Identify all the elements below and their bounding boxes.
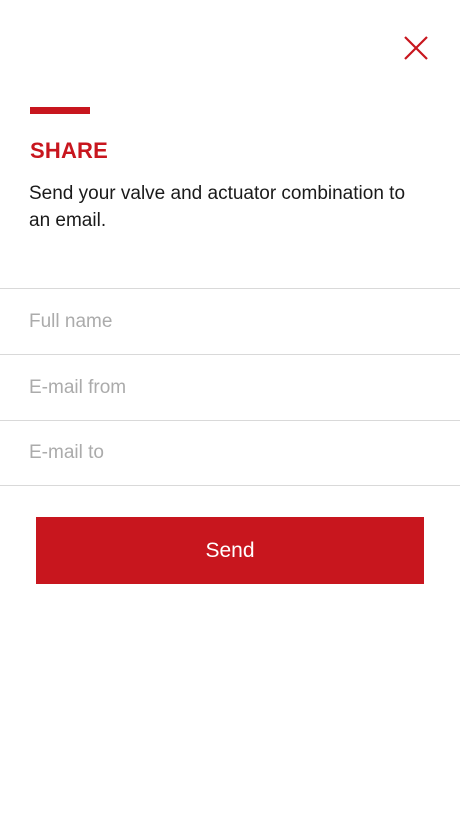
close-icon bbox=[404, 36, 428, 60]
email-from-row bbox=[0, 354, 460, 420]
email-to-row bbox=[0, 420, 460, 486]
title-accent-bar bbox=[30, 107, 90, 114]
full-name-input[interactable] bbox=[29, 310, 429, 333]
full-name-row bbox=[0, 288, 460, 354]
send-button[interactable]: Send bbox=[36, 517, 424, 584]
page-title: SHARE bbox=[30, 138, 109, 163]
email-to-input[interactable] bbox=[29, 442, 429, 464]
share-form bbox=[0, 288, 460, 486]
close-button[interactable] bbox=[400, 34, 432, 62]
email-from-input[interactable] bbox=[29, 376, 429, 399]
share-description: Send your valve and actuator combination… bbox=[29, 183, 406, 231]
